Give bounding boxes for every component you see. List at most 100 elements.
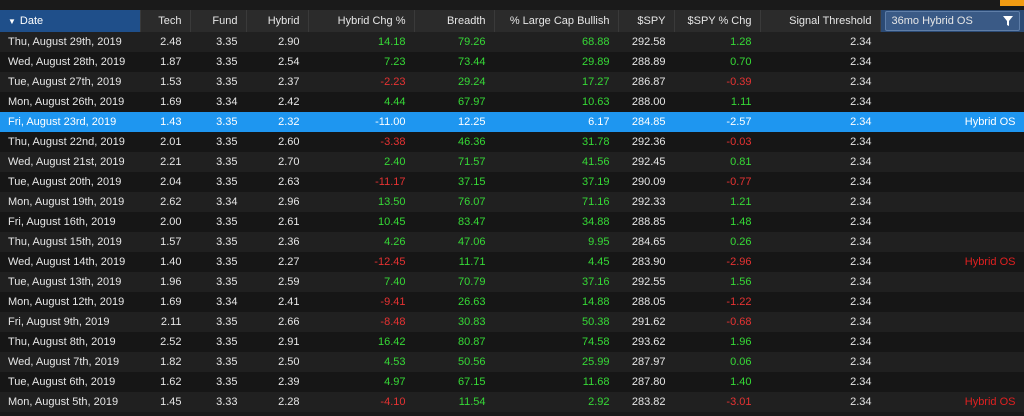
cell-spy: 290.09: [618, 172, 674, 192]
cell-date: Mon, August 26th, 2019: [0, 92, 140, 112]
table-row[interactable]: Thu, August 22nd, 2019 2.01 3.35 2.60 -3.38 4…: [0, 132, 1024, 152]
cell-breadth: 30.83: [414, 312, 494, 332]
cell-date: Fri, August 23rd, 2019: [0, 112, 140, 132]
cell-large-cap-bullish: 37.16: [494, 272, 618, 292]
cell-hybrid: 2.91: [246, 332, 308, 352]
cell-signal-threshold: 2.34: [760, 32, 880, 52]
cell-large-cap-bullish: 9.95: [494, 232, 618, 252]
table-row[interactable]: Fri, August 9th, 2019 2.11 3.35 2.66 -8.48 30…: [0, 312, 1024, 332]
cell-signal-threshold: 2.34: [760, 292, 880, 312]
cell-hybrid: 2.59: [246, 272, 308, 292]
cell-breadth: 76.07: [414, 192, 494, 212]
table-row[interactable]: Mon, August 12th, 2019 1.69 3.34 2.41 -9.41 2…: [0, 292, 1024, 312]
cell-hybrid-chg: -3.38: [308, 132, 414, 152]
column-header-spy-chg[interactable]: $SPY % Chg: [674, 10, 761, 32]
table-row[interactable]: Wed, August 7th, 2019 1.82 3.35 2.50 4.53 50.…: [0, 352, 1024, 372]
cell-breadth: 67.97: [414, 92, 494, 112]
cell-hybrid-chg: 7.40: [308, 272, 414, 292]
cell-signal-threshold: 2.34: [760, 372, 880, 392]
table-row[interactable]: Tue, August 27th, 2019 1.53 3.35 2.37 -2.23 2…: [0, 72, 1024, 92]
cell-spy: 287.97: [618, 352, 674, 372]
column-header-tech[interactable]: Tech: [140, 10, 191, 32]
cell-hybrid: 2.50: [246, 352, 308, 372]
column-header-breadth[interactable]: Breadth: [414, 10, 495, 32]
table-row[interactable]: Mon, August 5th, 2019 1.45 3.33 2.28 -4.10 11…: [0, 392, 1024, 412]
cell-spy: 292.36: [618, 132, 674, 152]
cell-signal-threshold: 2.34: [760, 352, 880, 372]
cell-fund: 3.35: [190, 312, 246, 332]
cell-large-cap-bullish: 2.92: [494, 392, 618, 412]
funnel-icon[interactable]: [1002, 16, 1013, 26]
cell-hybrid-os: [880, 52, 1024, 72]
cell-spy-chg: 0.70: [674, 52, 760, 72]
column-header-hybrid-chg[interactable]: Hybrid Chg %: [308, 10, 415, 32]
cell-breadth: 46.36: [414, 132, 494, 152]
cell-signal-threshold: 2.34: [760, 172, 880, 192]
cell-large-cap-bullish: 17.27: [494, 72, 618, 92]
cell-spy-chg: -0.03: [674, 132, 760, 152]
cell-signal-threshold: 2.34: [760, 252, 880, 272]
cell-fund: 3.33: [190, 392, 246, 412]
column-header-fund[interactable]: Fund: [190, 10, 247, 32]
cell-hybrid: 2.96: [246, 192, 308, 212]
cell-spy-chg: 0.06: [674, 352, 760, 372]
cell-spy: 292.45: [618, 152, 674, 172]
cell-breadth: 67.15: [414, 372, 494, 392]
column-header-signal-threshold[interactable]: Signal Threshold: [760, 10, 881, 32]
cell-spy-chg: -3.01: [674, 392, 760, 412]
table-row[interactable]: Wed, August 28th, 2019 1.87 3.35 2.54 7.23 73…: [0, 52, 1024, 72]
cell-spy: 283.82: [618, 392, 674, 412]
table-row[interactable]: Tue, August 6th, 2019 1.62 3.35 2.39 4.97 67.…: [0, 372, 1024, 392]
cell-signal-threshold: 2.34: [760, 52, 880, 72]
cell-signal-threshold: 2.34: [760, 392, 880, 412]
cell-hybrid: 2.70: [246, 152, 308, 172]
table-row[interactable]: Tue, August 20th, 2019 2.04 3.35 2.63 -11.17…: [0, 172, 1024, 192]
cell-fund: 3.35: [190, 32, 246, 52]
sort-desc-icon[interactable]: ▼: [8, 17, 16, 26]
cell-tech: 2.11: [140, 312, 190, 332]
cell-signal-threshold: 2.34: [760, 332, 880, 352]
column-header-large-cap-bullish[interactable]: % Large Cap Bullish: [494, 10, 619, 32]
cell-large-cap-bullish: 50.38: [494, 312, 618, 332]
cell-large-cap-bullish: 29.89: [494, 52, 618, 72]
cell-fund: 3.34: [190, 192, 246, 212]
cell-large-cap-bullish: 34.88: [494, 212, 618, 232]
table-row[interactable]: Wed, August 14th, 2019 1.40 3.35 2.27 -12.45…: [0, 252, 1024, 272]
table-row[interactable]: Mon, August 19th, 2019 2.62 3.34 2.96 13.50 7…: [0, 192, 1024, 212]
cell-hybrid-chg: 10.45: [308, 212, 414, 232]
cell-spy-chg: 1.48: [674, 212, 760, 232]
cell-spy: 292.58: [618, 32, 674, 52]
table-row[interactable]: Mon, August 26th, 2019 1.69 3.34 2.42 4.44 67…: [0, 92, 1024, 112]
cell-fund: 3.35: [190, 372, 246, 392]
cell-date: Thu, August 22nd, 2019: [0, 132, 140, 152]
column-header-date[interactable]: ▼ Date: [0, 10, 141, 32]
cell-date: Wed, August 14th, 2019: [0, 252, 140, 272]
cell-fund: 3.34: [190, 292, 246, 312]
table-row[interactable]: Wed, August 21st, 2019 2.21 3.35 2.70 2.40 71…: [0, 152, 1024, 172]
table-row[interactable]: Tue, August 13th, 2019 1.96 3.35 2.59 7.40 70…: [0, 272, 1024, 292]
cell-spy: 293.62: [618, 332, 674, 352]
cell-date: Wed, August 7th, 2019: [0, 352, 140, 372]
cell-hybrid: 2.61: [246, 212, 308, 232]
cell-hybrid-chg: -8.48: [308, 312, 414, 332]
column-header-spy[interactable]: $SPY: [618, 10, 675, 32]
table-row[interactable]: Fri, August 16th, 2019 2.00 3.35 2.61 10.45 8…: [0, 212, 1024, 232]
cell-hybrid: 2.66: [246, 312, 308, 332]
cell-tech: 1.53: [140, 72, 190, 92]
hybrid-os-filter[interactable]: 36mo Hybrid OS: [884, 11, 1020, 31]
cell-large-cap-bullish: 6.17: [494, 112, 618, 132]
cell-date: Tue, August 6th, 2019: [0, 372, 140, 392]
cell-fund: 3.35: [190, 152, 246, 172]
cell-hybrid-chg: 7.23: [308, 52, 414, 72]
cell-hybrid-os: Hybrid OS: [880, 112, 1024, 132]
cell-hybrid-os: [880, 152, 1024, 172]
cell-large-cap-bullish: 11.68: [494, 372, 618, 392]
hybrid-os-header-label: 36mo Hybrid OS: [891, 15, 973, 27]
table-row[interactable]: Thu, August 15th, 2019 1.57 3.35 2.36 4.26 47…: [0, 232, 1024, 252]
table-row[interactable]: Thu, August 8th, 2019 2.52 3.35 2.91 16.42 80…: [0, 332, 1024, 352]
cell-large-cap-bullish: 10.63: [494, 92, 618, 112]
table-row[interactable]: Fri, August 23rd, 2019 1.43 3.35 2.32 -11.00…: [0, 112, 1024, 132]
table-row[interactable]: Thu, August 29th, 2019 2.48 3.35 2.90 14.18 7…: [0, 32, 1024, 52]
column-header-hybrid-os[interactable]: 36mo Hybrid OS: [880, 10, 1024, 32]
column-header-hybrid[interactable]: Hybrid: [246, 10, 309, 32]
